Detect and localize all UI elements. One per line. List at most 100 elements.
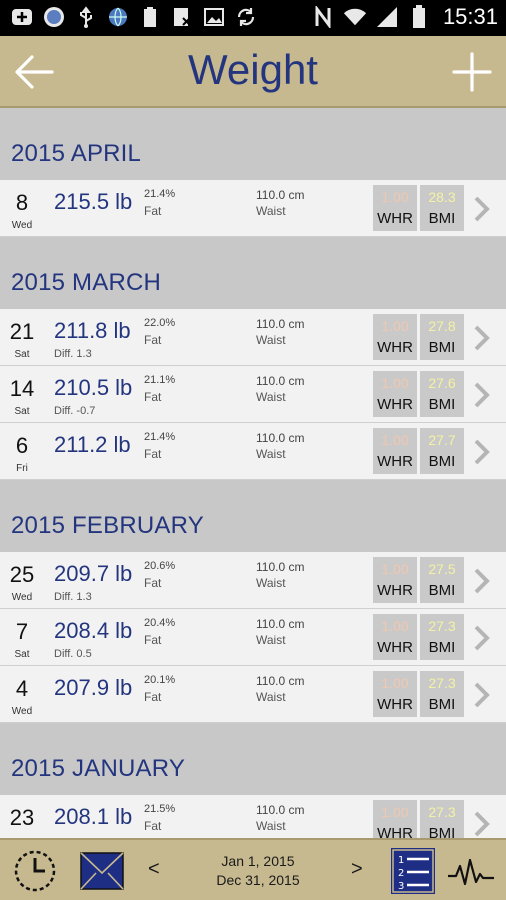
weight-entry-row[interactable]: 14 Sat 210.5 lb Diff. -0.7 21.1% Fat 110.0 cm W… bbox=[0, 366, 506, 423]
entry-diff: Diff. 1.3 bbox=[54, 348, 92, 360]
whr-value: 1.00 bbox=[381, 804, 409, 820]
bmi-value: 27.8 bbox=[428, 318, 456, 334]
entry-day: 14 bbox=[9, 376, 35, 401]
battery-small-icon bbox=[138, 5, 162, 29]
date-range[interactable]: Jan 1, 2015 Dec 31, 2015 bbox=[186, 852, 330, 890]
entry-waist-value: 110.0 cm bbox=[256, 617, 305, 631]
bmi-badge: 27.3 BMI bbox=[420, 614, 464, 660]
entry-day: 4 bbox=[15, 676, 29, 701]
list-view-button[interactable]: 1 2 3 bbox=[391, 848, 435, 894]
entry-waist-label: Waist bbox=[256, 447, 286, 461]
chevron-right-icon[interactable] bbox=[472, 195, 492, 223]
month-header: 2015 MARCH bbox=[0, 237, 506, 309]
bmi-value: 27.3 bbox=[428, 618, 456, 634]
entry-day: 25 bbox=[9, 562, 35, 587]
sync-icon bbox=[234, 5, 258, 29]
entry-day: 21 bbox=[9, 319, 35, 344]
month-header: 2015 JANUARY bbox=[0, 723, 506, 795]
entry-weekday: Sat bbox=[14, 406, 30, 417]
weight-entry-row[interactable]: 8 Wed 215.5 lb 21.4% Fat 110.0 cm Waist 1.00 WHR… bbox=[0, 180, 506, 237]
weight-entry-list[interactable]: 2015 APRIL 8 Wed 215.5 lb 21.4% Fat 110.0 cm Wa… bbox=[0, 108, 506, 838]
range-end: Dec 31, 2015 bbox=[216, 872, 300, 888]
entry-diff: Diff. 1.3 bbox=[54, 591, 92, 603]
entry-weekday: Fri bbox=[16, 463, 28, 474]
entry-waist-label: Waist bbox=[256, 204, 286, 218]
entry-fat-label: Fat bbox=[144, 633, 162, 647]
bmi-label: BMI bbox=[428, 453, 456, 470]
bmi-badge: 27.7 BMI bbox=[420, 428, 464, 474]
entry-waist-value: 110.0 cm bbox=[256, 317, 305, 331]
entry-weekday: Wed bbox=[11, 220, 33, 231]
entry-waist-label: Waist bbox=[256, 690, 286, 704]
entry-waist-label: Waist bbox=[256, 576, 286, 590]
entry-fat-value: 21.4% bbox=[144, 431, 176, 443]
entry-weight: 215.5 lb bbox=[54, 189, 133, 214]
chevron-right-icon[interactable] bbox=[472, 324, 492, 352]
entry-waist-label: Waist bbox=[256, 819, 286, 833]
chevron-right-icon[interactable] bbox=[472, 567, 492, 595]
whr-badge: 1.00 WHR bbox=[373, 314, 417, 360]
system-icons: 15:31 bbox=[311, 4, 498, 30]
bmi-label: BMI bbox=[428, 825, 456, 838]
entry-waist-value: 110.0 cm bbox=[256, 560, 305, 574]
entry-fat-label: Fat bbox=[144, 690, 162, 704]
entry-weight: 211.2 lb bbox=[54, 432, 131, 457]
clock-icon bbox=[14, 850, 56, 892]
entry-weight: 208.1 lb bbox=[54, 804, 133, 829]
entry-fat-value: 20.1% bbox=[144, 674, 176, 686]
chevron-right-icon[interactable] bbox=[472, 681, 492, 709]
whr-value: 1.00 bbox=[381, 675, 409, 691]
signal-icon bbox=[375, 5, 399, 29]
nfc-icon bbox=[311, 5, 335, 29]
bottom-toolbar: < Jan 1, 2015 Dec 31, 2015 > 1 2 3 bbox=[0, 838, 506, 900]
whr-badge: 1.00 WHR bbox=[373, 185, 417, 231]
weight-entry-row[interactable]: 25 Wed 209.7 lb Diff. 1.3 20.6% Fat 110.0 cm Wa… bbox=[0, 552, 506, 609]
weight-entry-row[interactable]: 21 Sat 211.8 lb Diff. 1.3 22.0% Fat 110.0 cm Wa… bbox=[0, 309, 506, 366]
whr-badge: 1.00 WHR bbox=[373, 428, 417, 474]
notification-icons bbox=[10, 5, 258, 29]
whr-label: WHR bbox=[377, 582, 413, 599]
weight-entry-row[interactable]: 7 Sat 208.4 lb Diff. 0.5 20.4% Fat 110.0 cm Wai… bbox=[0, 609, 506, 666]
entry-fat-label: Fat bbox=[144, 819, 162, 833]
bmi-badge: 27.5 BMI bbox=[420, 557, 464, 603]
entry-fat-label: Fat bbox=[144, 576, 162, 590]
weight-entry-row[interactable]: 23 208.1 lb 21.5% Fat 110.0 cm Waist 1.00 WHR 27… bbox=[0, 795, 506, 838]
bmi-label: BMI bbox=[428, 396, 456, 413]
entry-fat-value: 20.6% bbox=[144, 560, 176, 572]
add-entry-button[interactable] bbox=[448, 48, 496, 96]
whr-label: WHR bbox=[377, 639, 413, 656]
svg-text:2: 2 bbox=[398, 868, 404, 879]
plus-badge-icon bbox=[10, 5, 34, 29]
chevron-right-icon[interactable] bbox=[472, 624, 492, 652]
whr-value: 1.00 bbox=[381, 618, 409, 634]
graph-view-button[interactable] bbox=[446, 850, 496, 892]
line-chart-icon bbox=[448, 858, 494, 886]
next-period-button[interactable]: > bbox=[351, 858, 363, 881]
circle-100-icon bbox=[42, 5, 66, 29]
clock-button[interactable] bbox=[12, 848, 58, 894]
envelope-icon bbox=[80, 852, 124, 890]
whr-badge: 1.00 WHR bbox=[373, 371, 417, 417]
entry-waist-label: Waist bbox=[256, 390, 286, 404]
bmi-value: 27.3 bbox=[428, 675, 456, 691]
entry-waist-value: 110.0 cm bbox=[256, 431, 305, 445]
entry-fat-value: 22.0% bbox=[144, 317, 176, 329]
entry-weekday: Wed bbox=[11, 706, 33, 717]
chevron-right-icon[interactable] bbox=[472, 810, 492, 838]
entry-weight: 210.5 lb bbox=[54, 375, 133, 400]
entry-waist-value: 110.0 cm bbox=[256, 674, 305, 688]
previous-period-button[interactable]: < bbox=[148, 858, 160, 881]
bmi-badge: 27.3 BMI bbox=[420, 800, 464, 838]
bmi-label: BMI bbox=[428, 696, 456, 713]
weight-entry-row[interactable]: 6 Fri 211.2 lb 21.4% Fat 110.0 cm Waist 1.00 WHR… bbox=[0, 423, 506, 480]
plus-icon bbox=[452, 52, 492, 92]
whr-label: WHR bbox=[377, 825, 413, 838]
chevron-right-icon[interactable] bbox=[472, 381, 492, 409]
whr-badge: 1.00 WHR bbox=[373, 671, 417, 717]
entry-weekday: Wed bbox=[11, 592, 33, 603]
chevron-right-icon[interactable] bbox=[472, 438, 492, 466]
mail-button[interactable] bbox=[78, 850, 126, 892]
bmi-badge: 27.6 BMI bbox=[420, 371, 464, 417]
weight-entry-row[interactable]: 4 Wed 207.9 lb 20.1% Fat 110.0 cm Waist 1.00 WHR… bbox=[0, 666, 506, 723]
image-icon bbox=[202, 5, 226, 29]
